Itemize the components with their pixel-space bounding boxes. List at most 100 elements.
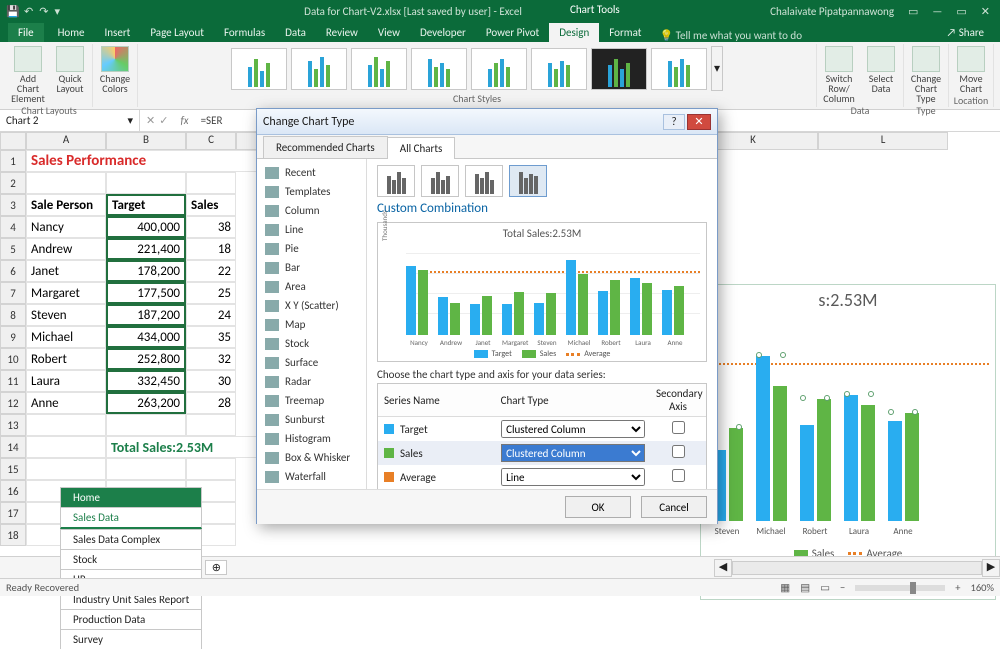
- sheet-tab[interactable]: Home: [60, 487, 202, 507]
- chart-type-pie[interactable]: Pie: [257, 239, 366, 258]
- person-cell[interactable]: Laura: [26, 370, 106, 392]
- col-L[interactable]: L: [818, 132, 948, 150]
- target-cell[interactable]: 178,200: [106, 260, 186, 282]
- tab-home[interactable]: Home: [48, 23, 95, 42]
- tab-review[interactable]: Review: [316, 23, 368, 42]
- chart-type-column[interactable]: Column: [257, 201, 366, 220]
- chart-type-sunburst[interactable]: Sunburst: [257, 410, 366, 429]
- chart-type-templates[interactable]: Templates: [257, 182, 366, 201]
- tab-file[interactable]: File: [8, 23, 44, 42]
- secondary-axis-checkbox[interactable]: [672, 445, 685, 458]
- target-cell[interactable]: 252,800: [106, 348, 186, 370]
- row-header[interactable]: 1: [0, 150, 26, 172]
- sheet-tab[interactable]: Production Data: [60, 609, 202, 629]
- chart-type-funnel[interactable]: Funnel: [257, 486, 366, 489]
- title-cell[interactable]: Sales Performance: [26, 150, 266, 172]
- series-type-select[interactable]: Line: [501, 468, 645, 486]
- sales-cell[interactable]: 38: [186, 216, 236, 238]
- row-header[interactable]: 16: [0, 480, 26, 502]
- name-box[interactable]: Chart 2▾: [0, 110, 140, 131]
- cell[interactable]: [106, 172, 186, 194]
- save-icon[interactable]: 💾: [6, 5, 18, 17]
- dialog-help-icon[interactable]: ?: [663, 114, 685, 130]
- gallery-more-icon[interactable]: ▾: [711, 46, 723, 91]
- hscroll-right[interactable]: ▶: [982, 559, 1000, 577]
- zoom-out-icon[interactable]: −: [840, 581, 845, 594]
- hdr-sales[interactable]: Sales: [186, 194, 236, 216]
- tab-page-layout[interactable]: Page Layout: [140, 23, 214, 42]
- sheet-tab[interactable]: Survey: [60, 629, 202, 649]
- add-chart-element-button[interactable]: Add Chart Element: [10, 46, 46, 104]
- row-header[interactable]: 8: [0, 304, 26, 326]
- chart-type-box-whisker[interactable]: Box & Whisker: [257, 448, 366, 467]
- chart-type-area[interactable]: Area: [257, 277, 366, 296]
- hdr-target[interactable]: Target: [106, 194, 186, 216]
- row-header[interactable]: 4: [0, 216, 26, 238]
- ribbon-display-icon[interactable]: ▭: [904, 5, 922, 18]
- cell[interactable]: [26, 458, 106, 480]
- person-cell[interactable]: Michael: [26, 326, 106, 348]
- undo-icon[interactable]: ↶: [24, 5, 33, 18]
- fx-icon[interactable]: fx: [174, 114, 194, 127]
- chart-type-x-y-scatter-[interactable]: X Y (Scatter): [257, 296, 366, 315]
- row-header[interactable]: 9: [0, 326, 26, 348]
- quick-layout-button[interactable]: Quick Layout: [52, 46, 88, 94]
- secondary-axis-checkbox[interactable]: [672, 469, 685, 482]
- change-chart-type-button[interactable]: Change Chart Type: [908, 46, 944, 104]
- person-cell[interactable]: Janet: [26, 260, 106, 282]
- tab-recommended-charts[interactable]: Recommended Charts: [263, 136, 388, 158]
- chevron-down-icon[interactable]: ▾: [127, 114, 133, 127]
- sales-cell[interactable]: 32: [186, 348, 236, 370]
- new-sheet-button[interactable]: ⊕: [205, 560, 227, 575]
- col-A[interactable]: A: [26, 132, 106, 150]
- row-header[interactable]: 14: [0, 436, 26, 458]
- enter-formula-icon[interactable]: ✓: [159, 114, 168, 127]
- row-header[interactable]: 11: [0, 370, 26, 392]
- tell-me-icon[interactable]: 💡: [659, 29, 673, 42]
- view-layout-icon[interactable]: ▤: [800, 581, 810, 594]
- cell[interactable]: [106, 458, 186, 480]
- total-sales[interactable]: Total Sales:2.53M: [106, 436, 266, 458]
- dialog-close-icon[interactable]: ✕: [687, 114, 711, 130]
- restore-icon[interactable]: ▭: [952, 5, 970, 18]
- cancel-button[interactable]: Cancel: [641, 496, 707, 518]
- sales-cell[interactable]: 24: [186, 304, 236, 326]
- row-header[interactable]: 7: [0, 282, 26, 304]
- view-break-icon[interactable]: ▭: [820, 581, 830, 594]
- tab-developer[interactable]: Developer: [410, 23, 476, 42]
- switch-row-col-button[interactable]: Switch Row/ Column: [821, 46, 857, 104]
- col-C[interactable]: C: [186, 132, 236, 150]
- tab-all-charts[interactable]: All Charts: [387, 137, 456, 159]
- tab-power-pivot[interactable]: Power Pivot: [476, 23, 549, 42]
- tab-view[interactable]: View: [368, 23, 410, 42]
- person-cell[interactable]: Andrew: [26, 238, 106, 260]
- chart-type-line[interactable]: Line: [257, 220, 366, 239]
- target-cell[interactable]: 332,450: [106, 370, 186, 392]
- target-cell[interactable]: 400,000: [106, 216, 186, 238]
- row-header[interactable]: 17: [0, 502, 26, 524]
- cell[interactable]: [186, 172, 236, 194]
- share-button[interactable]: ↗ Share: [939, 23, 992, 42]
- series-type-select[interactable]: Clustered Column: [501, 420, 645, 438]
- person-cell[interactable]: Robert: [26, 348, 106, 370]
- zoom-in-icon[interactable]: +: [955, 581, 960, 594]
- row-header[interactable]: 3: [0, 194, 26, 216]
- zoom-slider[interactable]: [855, 585, 945, 591]
- chart-type-stock[interactable]: Stock: [257, 334, 366, 353]
- hscroll-left[interactable]: ◀: [714, 559, 732, 577]
- person-cell[interactable]: Steven: [26, 304, 106, 326]
- row-header[interactable]: 13: [0, 414, 26, 436]
- cell[interactable]: [186, 458, 236, 480]
- tab-formulas[interactable]: Formulas: [214, 23, 275, 42]
- target-cell[interactable]: 263,200: [106, 392, 186, 414]
- col-B[interactable]: B: [106, 132, 186, 150]
- select-data-button[interactable]: Select Data: [863, 46, 899, 94]
- target-cell[interactable]: 434,000: [106, 326, 186, 348]
- row-header[interactable]: 18: [0, 524, 26, 546]
- target-cell[interactable]: 221,400: [106, 238, 186, 260]
- redo-icon[interactable]: ↷: [39, 5, 48, 18]
- sales-cell[interactable]: 35: [186, 326, 236, 348]
- formula-bar[interactable]: =SER: [195, 114, 229, 127]
- chart-type-treemap[interactable]: Treemap: [257, 391, 366, 410]
- combo-subtype-2[interactable]: [421, 165, 459, 197]
